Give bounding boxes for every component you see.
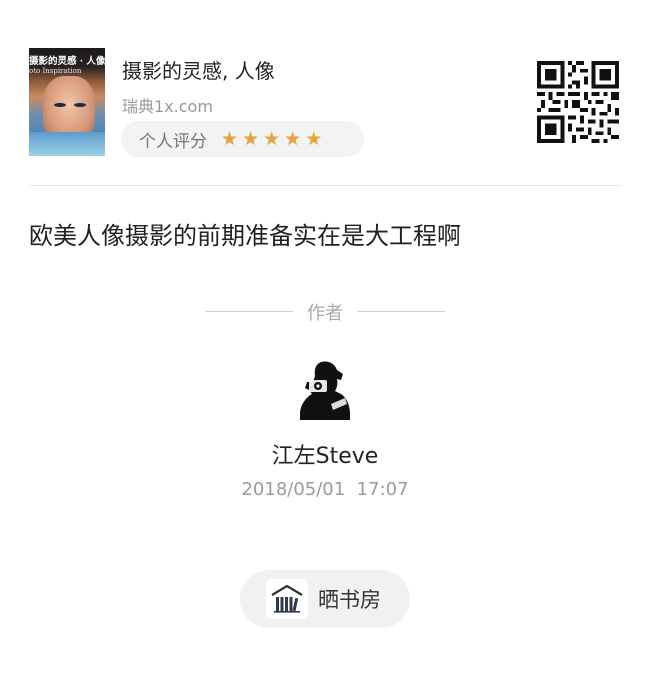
rating-label: 个人评分 — [139, 131, 207, 152]
cover-title: 摄影的灵感 · 人像 — [29, 56, 105, 67]
bookshelf-label: 晒书房 — [318, 588, 381, 612]
bookshelf-icon — [266, 579, 308, 619]
heading-rule-right — [357, 311, 445, 312]
heading-rule-left — [205, 311, 293, 312]
cover-water — [29, 132, 105, 156]
star-icon: ★ — [263, 127, 281, 150]
author-heading: 作者 — [0, 299, 650, 324]
star-icon: ★ — [221, 127, 239, 150]
rating-stars: ★ ★ ★ ★ ★ — [221, 127, 323, 150]
bookshelf-button[interactable]: 晒书房 — [240, 570, 410, 628]
star-icon: ★ — [305, 127, 323, 150]
qr-code-icon — [537, 61, 619, 143]
book-title: 摄影的灵感, 人像 — [122, 59, 275, 83]
post-text: 欧美人像摄影的前期准备实在是大工程啊 — [29, 222, 461, 250]
post-timestamp: 2018/05/01 17:07 — [241, 479, 409, 500]
cover-subtitle: oto Inspiration — [29, 67, 82, 75]
cover-eye-left — [54, 103, 66, 107]
author-name[interactable]: 江左Steve — [0, 438, 650, 470]
star-icon: ★ — [284, 127, 302, 150]
author-heading-label: 作者 — [307, 303, 343, 324]
cover-face — [43, 76, 95, 140]
book-cover: 摄影的灵感 · 人像 oto Inspiration — [29, 48, 105, 156]
rating-pill: 个人评分 ★ ★ ★ ★ ★ — [121, 121, 364, 157]
book-source: 瑞典1x.com — [122, 97, 213, 116]
cover-eye-right — [74, 103, 86, 107]
star-icon: ★ — [242, 127, 260, 150]
header-divider — [29, 185, 621, 186]
photographer-avatar[interactable] — [297, 360, 351, 420]
